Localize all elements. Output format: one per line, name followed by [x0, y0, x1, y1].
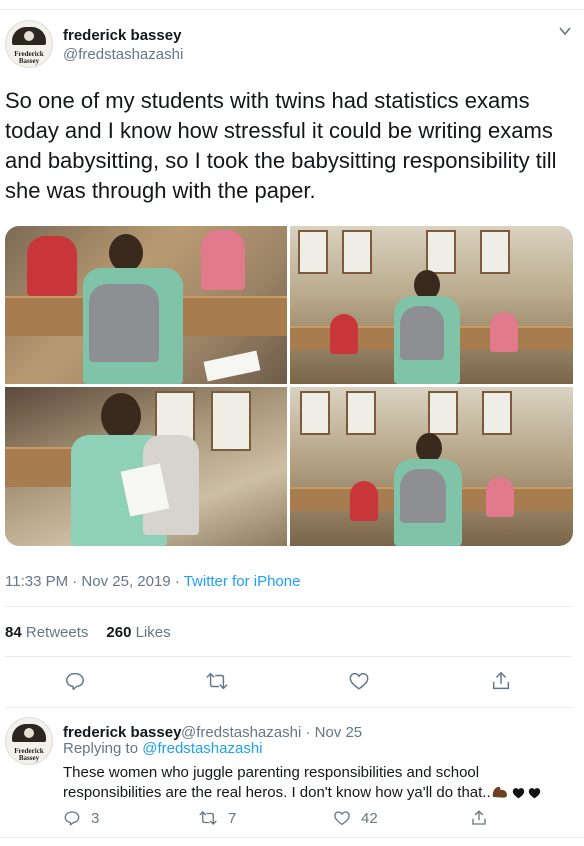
photo-2[interactable]	[290, 226, 573, 384]
reply-retweet-count: 7	[228, 809, 237, 827]
share-icon	[472, 810, 486, 825]
author-display-name[interactable]: frederick bassey	[63, 27, 181, 44]
retweet-icon	[206, 672, 228, 690]
tweet-stats: 84 Retweets 260 Likes	[5, 624, 171, 641]
reply-top-divider	[5, 707, 572, 708]
photo-window	[300, 391, 330, 435]
photo-3[interactable]	[5, 387, 287, 546]
photo-window	[342, 230, 372, 274]
tweet-actions	[0, 668, 584, 694]
photo-window	[211, 391, 251, 451]
reply-tweet[interactable]: Frederick Bassey frederick bassey @freds…	[0, 707, 584, 846]
reply-like-count: 42	[361, 809, 378, 827]
like-icon	[334, 811, 350, 826]
reply-reply-button[interactable]: 3	[63, 809, 99, 827]
replying-to-link[interactable]: @fredstashazashi	[142, 740, 262, 757]
photo-window	[298, 230, 328, 274]
reply-author-handle-time[interactable]: @fredstashazashi · Nov 25	[181, 724, 362, 741]
photo-person-head	[101, 393, 141, 439]
reply-author-avatar[interactable]: Frederick Bassey	[5, 717, 53, 765]
photo-4[interactable]	[290, 387, 573, 546]
avatar-logo-text-2: Bassey	[18, 754, 40, 762]
share-icon	[492, 671, 510, 690]
replying-to-prefix: Replying to	[63, 740, 143, 757]
muscle-emoji-dark	[492, 786, 507, 798]
photo-baby-carrier	[400, 469, 446, 523]
reply-reply-count: 3	[91, 809, 100, 827]
replying-to: Replying to @fredstashazashi	[63, 740, 263, 757]
tweet-source[interactable]: Twitter for iPhone	[184, 573, 301, 590]
reply-icon	[64, 811, 80, 826]
author-avatar[interactable]: Frederick Bassey	[5, 20, 53, 68]
black-heart-emoji	[528, 788, 540, 799]
photo-paper	[203, 350, 261, 382]
retweets-stat[interactable]: 84 Retweets	[5, 624, 88, 641]
like-button[interactable]	[346, 668, 372, 694]
reply-emojis	[491, 785, 541, 805]
bottom-divider	[0, 837, 584, 838]
likes-label: Likes	[135, 624, 171, 641]
photo-student	[490, 312, 518, 352]
avatar-logo-text-2: Bassey	[18, 57, 40, 65]
photo-student	[201, 230, 245, 290]
logo-mark	[12, 724, 46, 742]
photo-student-red	[330, 314, 358, 354]
retweets-label: Retweets	[25, 624, 89, 641]
reply-actions: 3 7 42	[0, 809, 584, 831]
photo-student	[486, 477, 514, 517]
photo-window	[426, 230, 456, 274]
tweet-meta: 11:33 PM · Nov 25, 2019 · Twitter for iP…	[5, 573, 300, 590]
photo-1[interactable]	[5, 226, 287, 384]
reply-icon	[66, 672, 84, 690]
retweets-count: 84	[5, 624, 22, 641]
logo-mark	[12, 27, 46, 45]
photo-grid	[5, 226, 573, 546]
reply-text: These women who juggle parenting respons…	[63, 764, 491, 801]
photo-person-head	[109, 234, 143, 272]
black-heart-emoji	[512, 788, 524, 799]
photo-student-red	[27, 236, 77, 296]
photo-student-red	[350, 481, 378, 521]
top-divider	[0, 9, 584, 10]
photo-window	[428, 391, 458, 435]
chevron-down-icon[interactable]	[558, 24, 572, 38]
stats-divider	[5, 656, 572, 657]
likes-count: 260	[106, 624, 132, 641]
reply-text-block: These women who juggle parenting respons…	[63, 763, 573, 805]
retweet-icon	[199, 811, 217, 825]
reply-retweet-button[interactable]: 7	[198, 809, 236, 827]
likes-stat[interactable]: 260 Likes	[106, 624, 170, 641]
photo-window	[346, 391, 376, 435]
tweet-timestamp[interactable]: 11:33 PM · Nov 25, 2019 ·	[5, 573, 184, 590]
tweet-text: So one of my students with twins had sta…	[5, 88, 557, 203]
reply-button[interactable]	[62, 668, 88, 694]
reply-author-display-name[interactable]: frederick bassey	[63, 724, 181, 741]
author-handle[interactable]: @fredstashazashi	[63, 46, 183, 63]
like-icon	[349, 672, 369, 690]
meta-divider	[5, 606, 572, 607]
photo-baby-carrier	[400, 306, 444, 360]
photo-window	[482, 391, 512, 435]
photo-baby-carrier	[89, 284, 159, 362]
photo-window	[480, 230, 510, 274]
reply-like-button[interactable]: 42	[333, 809, 378, 827]
share-button[interactable]	[488, 668, 514, 694]
retweet-button[interactable]	[204, 668, 230, 694]
reply-share-button[interactable]	[470, 809, 498, 827]
